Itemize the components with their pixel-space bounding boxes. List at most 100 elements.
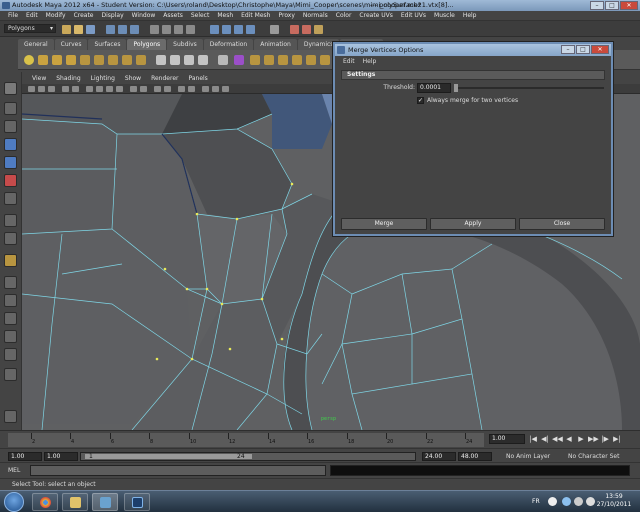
go-to-end-button[interactable]: ▶| (612, 434, 622, 444)
save-scene-icon[interactable] (86, 25, 95, 34)
wireframe-on-shaded-icon[interactable] (106, 86, 113, 92)
threshold-slider[interactable] (454, 84, 604, 92)
wireframe-icon[interactable] (86, 86, 93, 92)
poly-cube-icon[interactable] (38, 55, 48, 65)
select-camera-icon[interactable] (28, 86, 35, 92)
snap-surface-icon[interactable] (246, 25, 255, 34)
textured-icon[interactable] (116, 86, 123, 92)
layout-single-pane-icon[interactable] (4, 276, 17, 289)
extrude-icon[interactable] (250, 55, 260, 65)
close-button-dialog[interactable]: Close (519, 218, 605, 230)
bookmark-icon[interactable] (48, 86, 55, 92)
menu-window[interactable]: Window (128, 11, 160, 20)
range-bar-handle[interactable] (85, 454, 252, 459)
layout-persp-graph-icon[interactable] (4, 330, 17, 343)
grid-toggle-icon[interactable] (62, 86, 69, 92)
poly-torus-icon[interactable] (94, 55, 104, 65)
shelf-tab-curves[interactable]: Curves (54, 39, 88, 50)
soft-mod-tool-icon[interactable] (4, 214, 17, 227)
character-set-dropdown[interactable]: No Character Set (568, 452, 619, 461)
merge-button[interactable]: Merge (341, 218, 427, 230)
dialog-close-icon-button[interactable]: ✕ (591, 45, 609, 54)
layout-side-by-side-icon[interactable] (4, 312, 17, 325)
minimize-button[interactable]: – (590, 1, 604, 10)
always-merge-checkbox[interactable]: ✓ (417, 97, 424, 104)
step-back-frame-button[interactable]: ◀◀ (552, 434, 563, 444)
menu-edit-uvs[interactable]: Edit UVs (397, 11, 430, 20)
panel-menu-lighting[interactable]: Lighting (86, 74, 120, 84)
select-hierarchy-icon[interactable] (106, 25, 115, 34)
append-polygon-icon[interactable] (278, 55, 288, 65)
settings-section-header[interactable]: Settings (341, 70, 605, 80)
select-tool-icon[interactable] (4, 82, 17, 95)
panel-menu-panels[interactable]: Panels (183, 74, 212, 84)
mirror-geometry-icon[interactable] (234, 55, 244, 65)
bridge-icon[interactable] (264, 55, 274, 65)
uv-mask-icon[interactable] (186, 25, 195, 34)
toolbox-misc-icon[interactable] (4, 410, 17, 423)
apply-button[interactable]: Apply (430, 218, 516, 230)
close-button[interactable]: ✕ (620, 1, 638, 10)
smooth-shade-icon[interactable] (96, 86, 103, 92)
render-frame-icon[interactable] (290, 25, 299, 34)
animation-end-field[interactable]: 48.00 (458, 452, 492, 461)
menu-help[interactable]: Help (459, 11, 481, 20)
menu-mesh[interactable]: Mesh (213, 11, 237, 20)
select-object-icon[interactable] (118, 25, 127, 34)
menu-edit[interactable]: Edit (22, 11, 42, 20)
command-input[interactable] (30, 465, 326, 476)
separate-icon[interactable] (170, 55, 180, 65)
dialog-menu-edit[interactable]: Edit (339, 56, 359, 67)
move-tool-icon[interactable] (4, 138, 17, 151)
show-manipulator-icon[interactable] (4, 232, 17, 245)
menu-create-uvs[interactable]: Create UVs (355, 11, 396, 20)
smooth-icon[interactable] (198, 55, 208, 65)
poly-cylinder-icon[interactable] (52, 55, 62, 65)
depth-of-field-icon[interactable] (202, 86, 209, 92)
poly-pipe-icon[interactable] (136, 55, 146, 65)
shelf-tab-animation[interactable]: Animation (254, 39, 297, 50)
anti-aliasing-icon[interactable] (212, 86, 219, 92)
ipr-render-icon[interactable] (302, 25, 311, 34)
shelf-tab-subdivs[interactable]: Subdivs (167, 39, 203, 50)
clock[interactable]: 13:59 27/10/2011 (594, 493, 634, 509)
play-forwards-button[interactable]: ▶ (576, 434, 586, 444)
menu-file[interactable]: File (4, 11, 22, 20)
camera-attributes-icon[interactable] (38, 86, 45, 92)
lasso-tool-icon[interactable] (4, 102, 17, 115)
threshold-input[interactable]: 0.0001 (417, 83, 451, 93)
open-scene-icon[interactable] (74, 25, 83, 34)
paint-select-tool-icon[interactable] (4, 120, 17, 133)
mel-label[interactable]: MEL (8, 467, 20, 474)
vertex-mask-icon[interactable] (150, 25, 159, 34)
universal-manipulator-icon[interactable] (4, 192, 17, 205)
rotate-tool-icon[interactable] (4, 156, 17, 169)
new-scene-icon[interactable] (62, 25, 71, 34)
dialog-titlebar[interactable]: Merge Vertices Options – □ ✕ (335, 44, 611, 56)
face-mask-icon[interactable] (174, 25, 183, 34)
bevel-icon[interactable] (320, 55, 330, 65)
step-back-key-button[interactable]: ◀| (540, 434, 550, 444)
panel-menu-renderer[interactable]: Renderer (146, 74, 183, 84)
isolate-select-icon[interactable] (178, 86, 185, 92)
select-component-icon[interactable] (130, 25, 139, 34)
step-forward-frame-button[interactable]: ▶▶ (588, 434, 599, 444)
anim-layer-dropdown[interactable]: No Anim Layer (506, 452, 550, 461)
snap-curve-icon[interactable] (222, 25, 231, 34)
poly-pyramid-icon[interactable] (122, 55, 132, 65)
menu-create[interactable]: Create (70, 11, 98, 20)
menu-modify[interactable]: Modify (42, 11, 70, 20)
current-time-field[interactable]: 1.00 (489, 434, 525, 444)
snap-grid-icon[interactable] (210, 25, 219, 34)
high-quality-icon[interactable] (188, 86, 195, 92)
poly-cone-icon[interactable] (66, 55, 76, 65)
taskbar-maya[interactable] (92, 493, 118, 511)
last-tool-icon[interactable] (4, 254, 17, 267)
extract-icon[interactable] (184, 55, 194, 65)
history-icon[interactable] (270, 25, 279, 34)
dialog-minimize-button[interactable]: – (561, 45, 575, 54)
time-slider-track[interactable]: 2 4 6 8 10 12 14 16 18 20 22 24 (8, 433, 484, 447)
start-button[interactable] (4, 492, 24, 512)
menu-muscle[interactable]: Muscle (430, 11, 459, 20)
shadows-icon[interactable] (140, 86, 147, 92)
